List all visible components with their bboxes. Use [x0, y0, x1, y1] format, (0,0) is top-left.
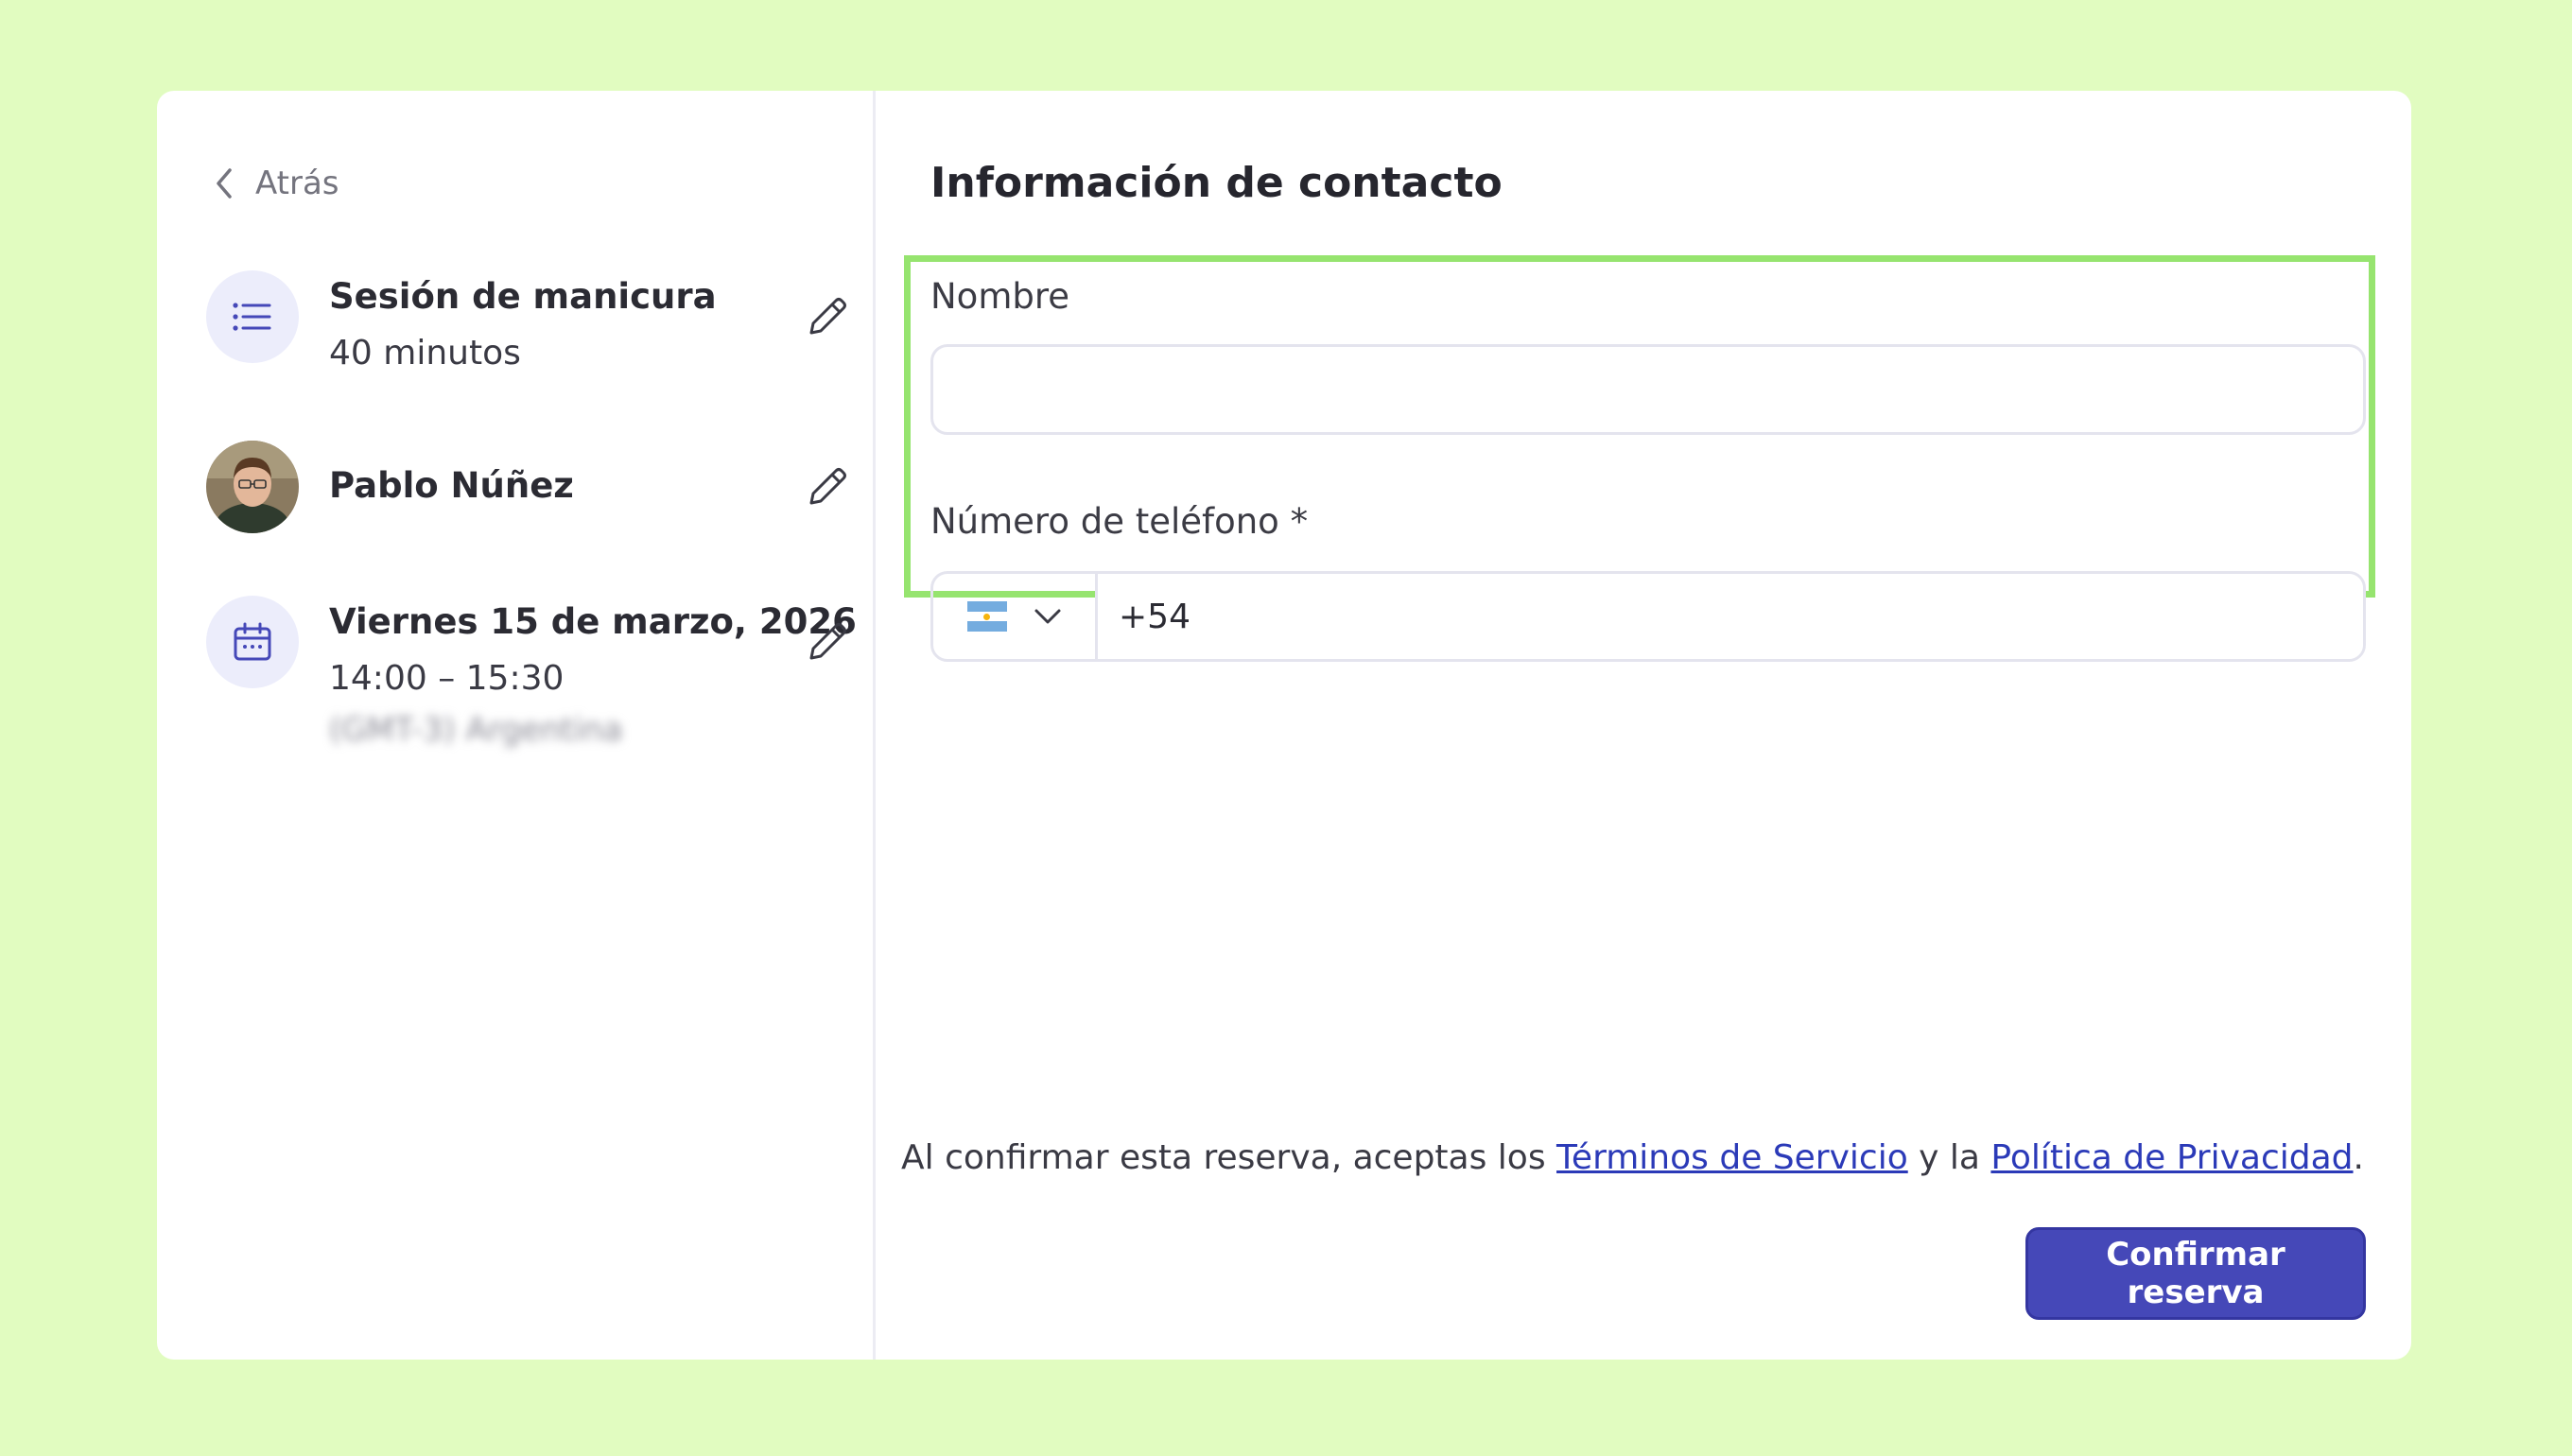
avatar — [206, 441, 299, 533]
country-code-select[interactable] — [933, 574, 1098, 659]
schedule-date: Viernes 15 de marzo, 2026 — [329, 601, 857, 642]
edit-schedule-button[interactable] — [800, 615, 855, 669]
service-duration: 40 minutos — [329, 334, 521, 373]
chevron-down-icon — [1034, 609, 1060, 624]
pencil-icon — [809, 468, 846, 505]
schedule-text: Viernes 15 de marzo, 2026 14:00 – 15:30 … — [329, 601, 857, 749]
legal-notice: Al confirmar esta reserva, aceptas los T… — [901, 1138, 2364, 1177]
summary-schedule: Viernes 15 de marzo, 2026 14:00 – 15:30 … — [206, 596, 857, 766]
contact-section-title: Información de contacto — [930, 159, 1503, 207]
booking-summary-sidebar: Atrás Sesión de manicura 40 minutos Pabl… — [157, 91, 876, 1360]
staff-text: Pablo Núñez — [329, 465, 574, 506]
summary-service: Sesión de manicura 40 minutos — [206, 270, 846, 384]
argentina-flag-icon — [966, 601, 1007, 633]
schedule-time: 14:00 – 15:30 — [329, 659, 565, 698]
chevron-left-icon — [217, 168, 232, 199]
schedule-icon-circle — [206, 596, 299, 688]
booking-card: Atrás Sesión de manicura 40 minutos Pabl… — [157, 91, 2411, 1360]
terms-link[interactable]: Términos de Servicio — [1556, 1138, 1908, 1177]
legal-suffix: . — [2353, 1138, 2364, 1177]
back-label: Atrás — [255, 165, 339, 202]
service-title: Sesión de manicura — [329, 276, 717, 317]
service-icon-circle — [206, 270, 299, 363]
phone-input[interactable] — [1098, 574, 2363, 659]
pencil-icon — [809, 623, 846, 660]
schedule-timezone: (GMT-3) Argentina — [329, 711, 623, 749]
summary-staff: Pablo Núñez — [206, 441, 846, 535]
legal-prefix: Al confirmar esta reserva, aceptas los — [901, 1138, 1557, 1177]
service-text: Sesión de manicura 40 minutos — [329, 276, 717, 373]
pencil-icon — [809, 298, 846, 335]
staff-name: Pablo Núñez — [329, 465, 574, 506]
name-input[interactable] — [930, 344, 2366, 435]
contact-panel: Información de contacto Nombre Número de… — [876, 91, 2411, 1360]
phone-label: Número de teléfono * — [930, 501, 1309, 542]
phone-field — [930, 571, 2366, 662]
edit-service-button[interactable] — [800, 289, 855, 344]
name-label: Nombre — [930, 276, 1070, 317]
list-icon — [233, 303, 271, 331]
confirm-booking-button[interactable]: Confirmar reserva — [2025, 1227, 2366, 1320]
calendar-icon — [234, 622, 271, 661]
edit-staff-button[interactable] — [800, 459, 855, 514]
privacy-link[interactable]: Política de Privacidad — [1990, 1138, 2353, 1177]
legal-middle: y la — [1907, 1138, 1991, 1177]
back-button[interactable]: Atrás — [214, 165, 339, 202]
